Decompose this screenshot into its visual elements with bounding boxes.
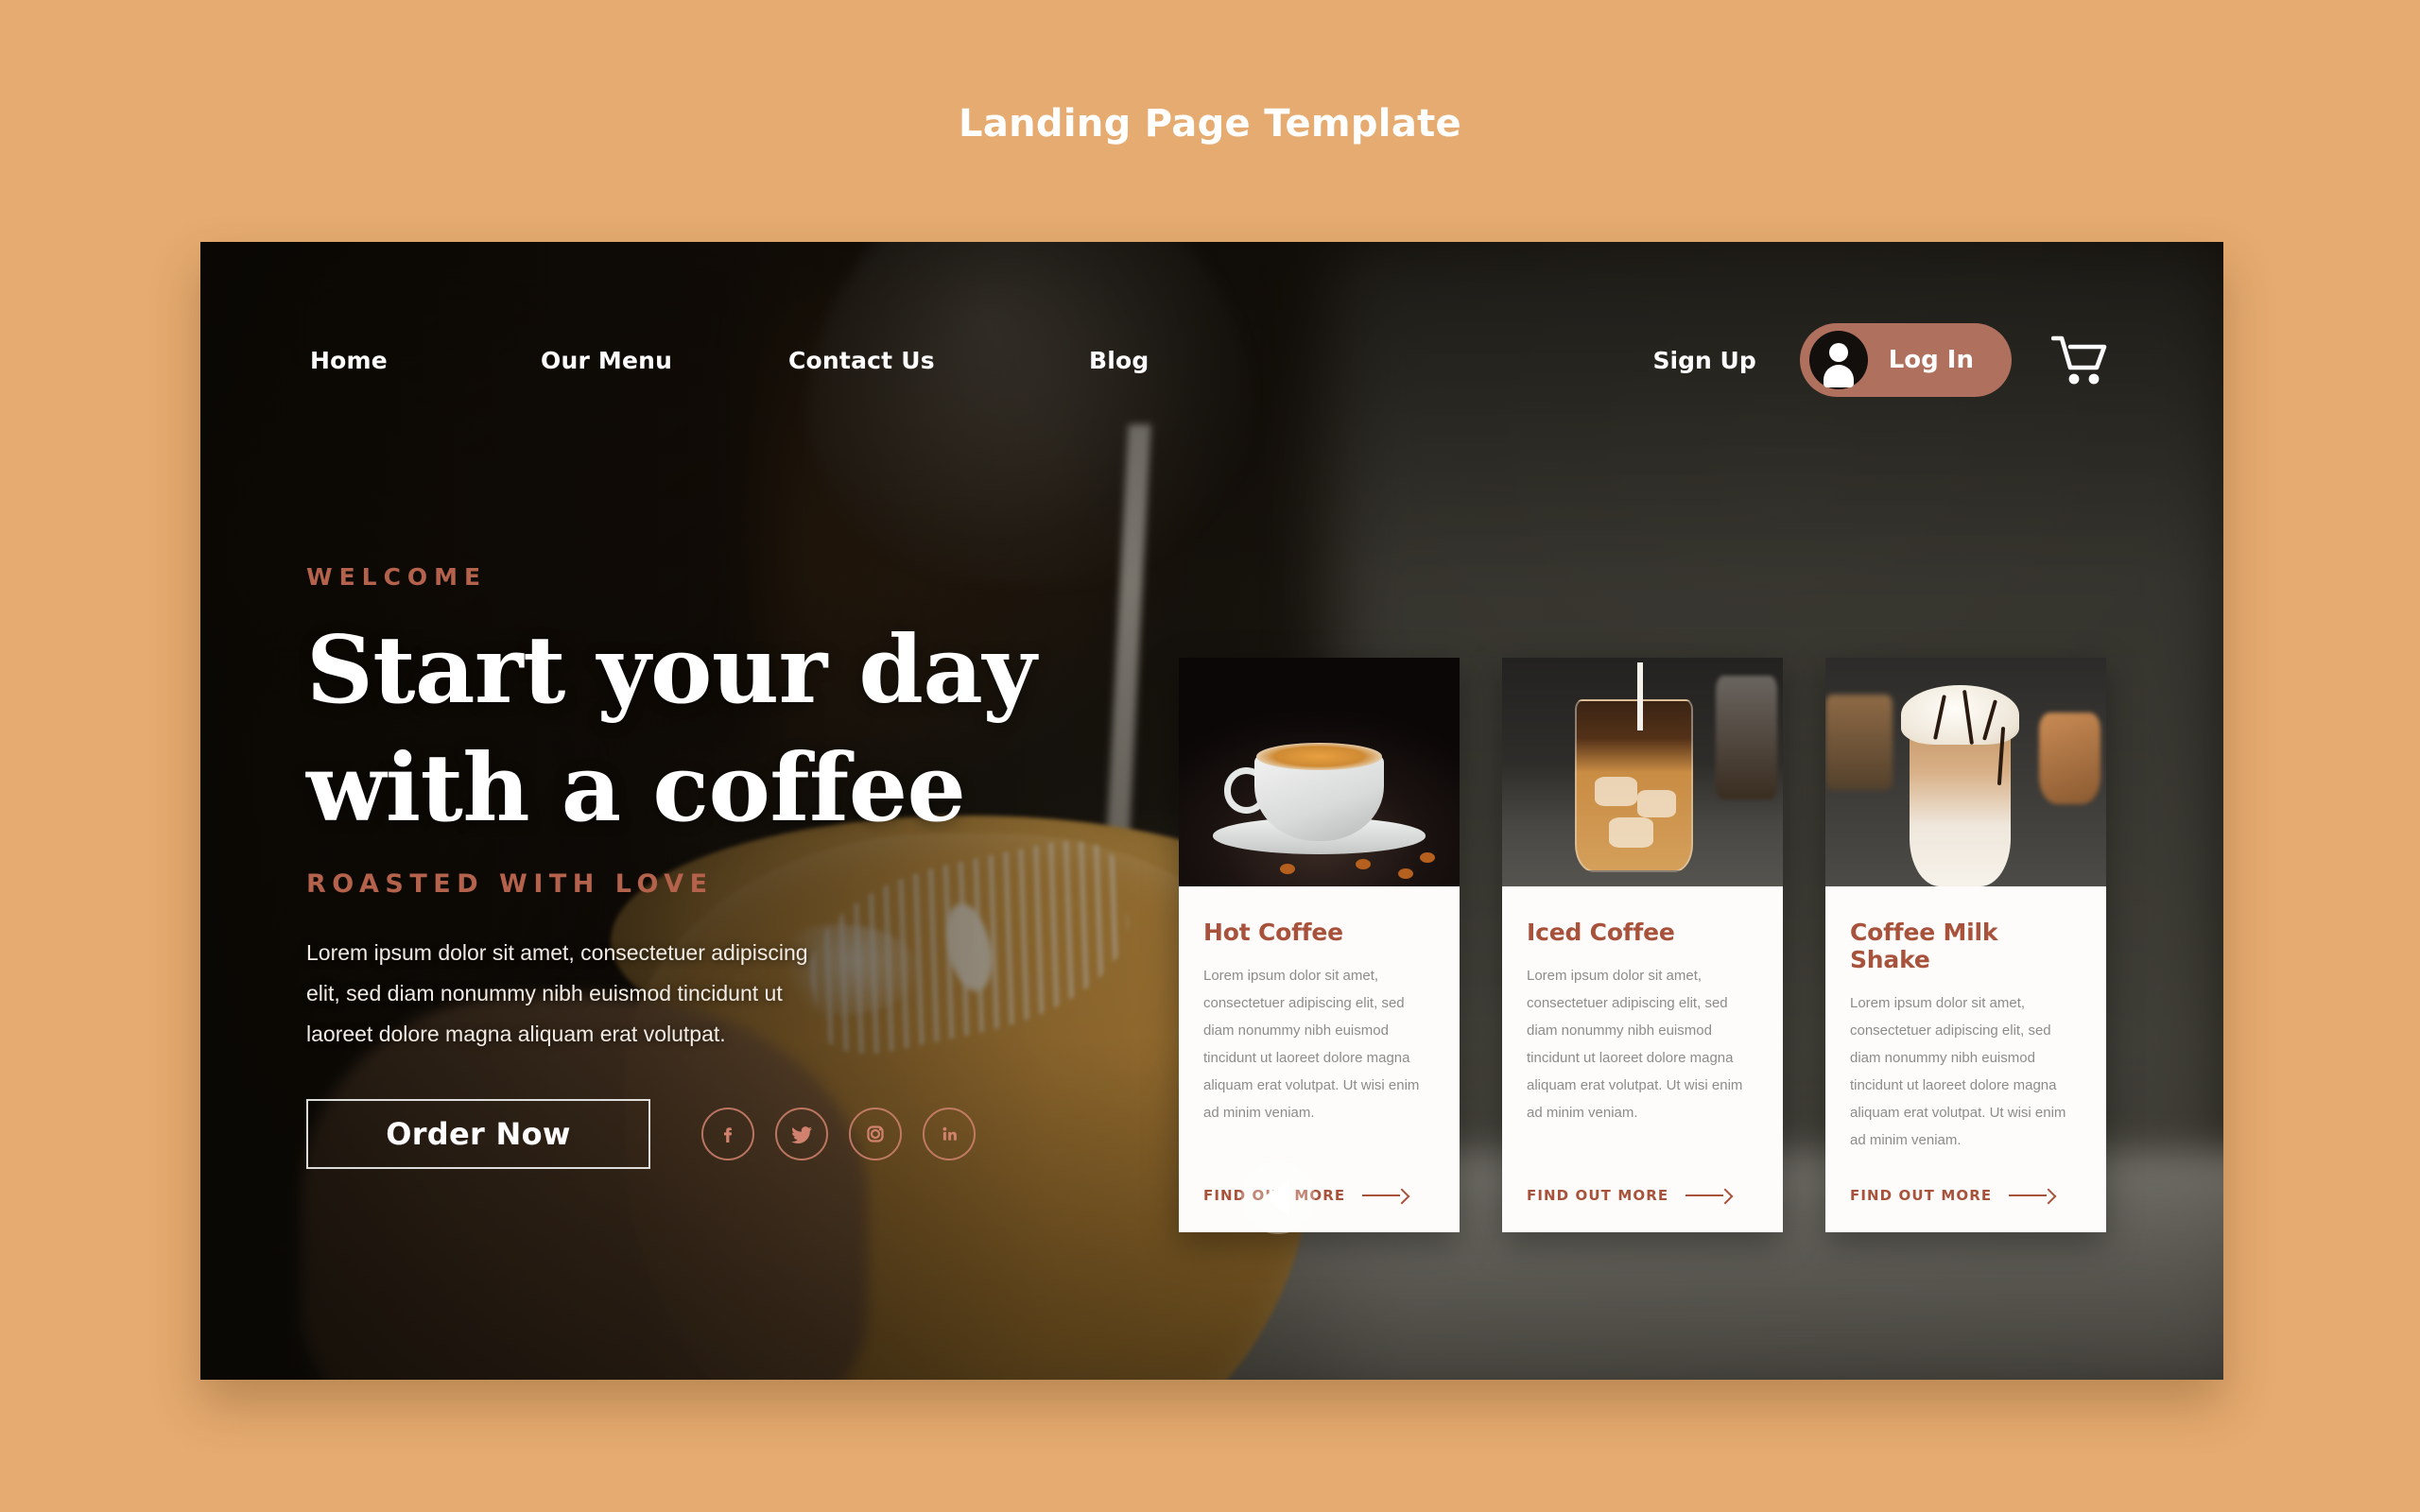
arrow-right-icon [1685,1190,1731,1201]
nav-actions: Sign Up Log In [1653,323,2110,397]
hero-subline: ROASTED WITH LOVE [306,868,714,899]
nav-links: Home Our Menu Contact Us Blog [310,347,1150,374]
main-navigation: Home Our Menu Contact Us Blog Sign Up Lo… [200,318,2223,403]
card-description: Lorem ipsum dolor sit amet, consectetuer… [1850,995,2066,1148]
find-out-more-label: FIND OUT MORE [1527,1186,1669,1204]
hero-cta-row: Order Now [306,1098,1157,1169]
user-avatar-icon [1808,331,1868,389]
order-now-button[interactable]: Order Now [306,1098,650,1169]
find-out-more-label: FIND OUT MORE [1850,1186,1993,1204]
carousel-prev-button[interactable] [1241,1160,1315,1234]
hero-copy: WELCOME Start your day with a coffee ROA… [306,563,1157,1169]
shopping-cart-icon[interactable] [2051,334,2110,387]
social-links [701,1107,976,1160]
arrow-right-icon [2009,1190,2054,1201]
card-body: Hot Coffee Lorem ipsum dolor sit amet, c… [1179,886,1460,1232]
product-card[interactable]: Hot Coffee Lorem ipsum dolor sit amet, c… [1179,658,1460,1232]
hot-coffee-image [1179,658,1460,886]
hero-eyebrow: WELCOME [306,563,488,591]
hero-headline-line-2: with a coffee [306,734,966,844]
hero-paragraph: Lorem ipsum dolor sit amet, consectetuer… [306,939,808,1047]
find-out-more-link[interactable]: FIND OUT MORE [1203,1155,1435,1204]
linkedin-icon[interactable] [923,1107,976,1160]
instagram-icon[interactable] [849,1107,902,1160]
card-body: Iced Coffee Lorem ipsum dolor sit amet, … [1502,886,1783,1232]
card-title: Coffee Milk Shake [1850,919,1998,973]
nav-item-contact-us[interactable]: Contact Us [788,347,1089,374]
product-card-list: Hot Coffee Lorem ipsum dolor sit amet, c… [1179,658,2106,1232]
nav-item-home[interactable]: Home [310,347,541,374]
log-in-button[interactable]: Log In [1799,323,2012,397]
hero-headline: Start your day with a coffee [306,611,1157,849]
card-description: Lorem ipsum dolor sit amet, consectetuer… [1203,968,1420,1121]
card-title: Hot Coffee [1203,919,1343,946]
chevron-left-icon [1262,1179,1289,1215]
coffee-milk-shake-image [1825,658,2106,886]
twitter-icon[interactable] [775,1107,828,1160]
sign-up-button[interactable]: Sign Up [1653,347,1756,374]
product-card[interactable]: Coffee Milk Shake Lorem ipsum dolor sit … [1825,658,2106,1232]
card-title: Iced Coffee [1527,919,1675,946]
log-in-label: Log In [1888,346,1974,374]
facebook-icon[interactable] [701,1107,754,1160]
iced-coffee-image [1502,658,1783,886]
arrow-right-icon [1362,1190,1408,1201]
card-description: Lorem ipsum dolor sit amet, consectetuer… [1527,968,1743,1121]
card-body: Coffee Milk Shake Lorem ipsum dolor sit … [1825,886,2106,1232]
find-out-more-link[interactable]: FIND OUT MORE [1527,1155,1758,1204]
nav-item-blog[interactable]: Blog [1089,347,1150,374]
hero-section: Home Our Menu Contact Us Blog Sign Up Lo… [200,242,2223,1380]
nav-item-our-menu[interactable]: Our Menu [541,347,788,374]
product-card[interactable]: Iced Coffee Lorem ipsum dolor sit amet, … [1502,658,1783,1232]
hero-headline-line-1: Start your day [306,616,1036,725]
find-out-more-link[interactable]: FIND OUT MORE [1850,1155,2082,1204]
page-title: Landing Page Template [959,102,1461,146]
